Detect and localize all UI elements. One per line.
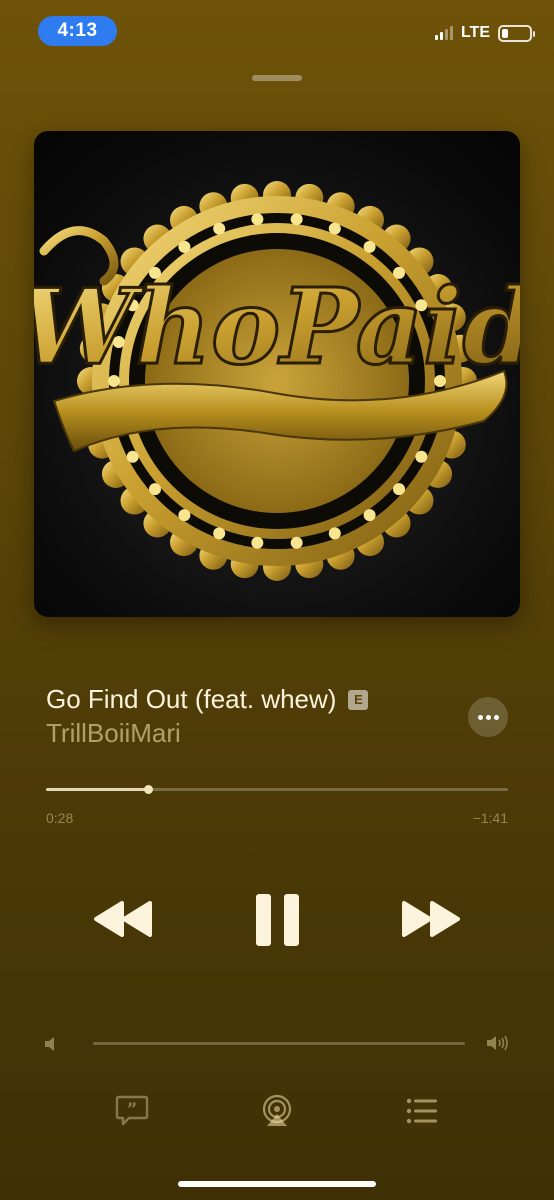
seal-dot xyxy=(178,240,191,253)
more-options-button[interactable] xyxy=(468,697,508,737)
airplay-icon[interactable] xyxy=(260,1094,294,1128)
artist-name[interactable]: TrillBoiiMari xyxy=(46,718,181,749)
seal-dot xyxy=(251,213,264,226)
svg-text:”: ” xyxy=(127,1099,138,1118)
seal-dot xyxy=(251,536,264,549)
seal-dot xyxy=(328,222,341,235)
sheet-grabber[interactable] xyxy=(252,75,302,81)
seal-dot xyxy=(148,483,161,496)
whopaid-logo-art: WhoPaid xyxy=(34,181,520,581)
seal-dot xyxy=(178,509,191,522)
song-title: Go Find Out (feat. whew) xyxy=(46,684,337,714)
track-title-row: Go Find Out (feat. whew) E xyxy=(46,684,369,715)
speaker-low-icon xyxy=(45,1037,54,1051)
seal-dot xyxy=(363,240,376,253)
speaker-high-icon xyxy=(487,1035,508,1051)
battery-icon xyxy=(498,24,535,42)
rewind-icon[interactable] xyxy=(92,899,156,939)
seal-dot xyxy=(213,222,226,235)
queue-list-icon[interactable] xyxy=(405,1094,439,1128)
seal-dot xyxy=(363,509,376,522)
seal-dot xyxy=(393,483,406,496)
seal-dot xyxy=(415,450,428,463)
ellipsis-icon xyxy=(477,714,483,720)
remaining-time: −1:41 xyxy=(472,810,508,826)
status-indicators: LTE xyxy=(434,24,535,42)
scrubber-fill xyxy=(46,788,148,791)
cellular-signal-icon xyxy=(434,26,453,40)
home-indicator[interactable] xyxy=(178,1181,376,1187)
playback-scrubber[interactable] xyxy=(46,785,508,794)
explicit-badge: E xyxy=(348,689,369,710)
seal-dot xyxy=(328,527,341,540)
seal-dot xyxy=(213,527,226,540)
network-type-label: LTE xyxy=(460,24,490,41)
pause-icon[interactable] xyxy=(254,892,302,948)
seal-dot xyxy=(290,536,303,549)
scrubber-knob[interactable] xyxy=(143,785,153,794)
elapsed-time: 0:28 xyxy=(46,810,74,826)
album-artwork: WhoPaid xyxy=(34,131,520,617)
lyrics-quote-bubble-icon[interactable]: ” xyxy=(115,1094,149,1128)
status-time: 4:13 xyxy=(38,16,117,46)
seal-dot xyxy=(290,213,303,226)
volume-slider[interactable] xyxy=(93,1042,465,1045)
fast-forward-icon[interactable] xyxy=(400,899,464,939)
seal-dot xyxy=(126,450,139,463)
